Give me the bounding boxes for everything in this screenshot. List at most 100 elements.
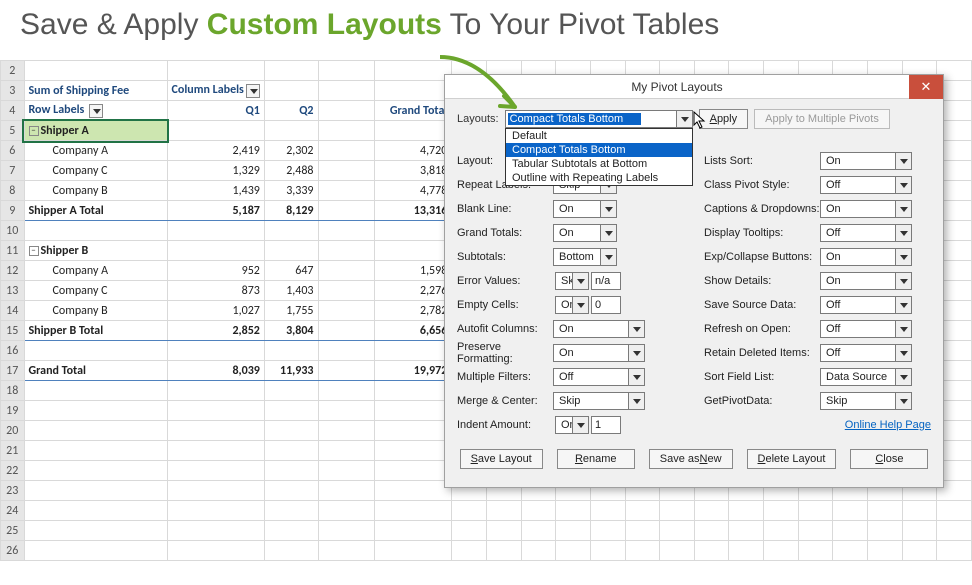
collapse-icon[interactable]: − xyxy=(29,126,39,136)
option-combo[interactable]: Bottom xyxy=(553,248,617,266)
option-combo[interactable]: Off xyxy=(820,296,912,314)
close-button[interactable]: ✕ xyxy=(909,75,943,99)
cell[interactable]: 952 xyxy=(167,261,264,281)
cell[interactable] xyxy=(167,341,264,361)
collapse-icon[interactable]: − xyxy=(29,246,39,256)
cell[interactable] xyxy=(374,121,452,141)
cell[interactable]: Company A xyxy=(24,261,167,281)
cell[interactable]: Row Labels xyxy=(24,101,167,121)
cell[interactable]: 2,276 xyxy=(374,281,452,301)
cell[interactable] xyxy=(264,221,318,241)
cell[interactable]: Company B xyxy=(24,301,167,321)
cell[interactable]: 2,782 xyxy=(374,301,452,321)
cell[interactable] xyxy=(167,121,264,141)
cell[interactable]: Sum of Shipping Fee xyxy=(24,81,167,101)
option-combo[interactable]: On xyxy=(820,248,912,266)
cell[interactable]: Company A xyxy=(24,141,167,161)
cell[interactable]: 2,419 xyxy=(167,141,264,161)
cell[interactable]: Column Labels xyxy=(167,81,264,101)
option-combo[interactable]: Off xyxy=(820,176,912,194)
cell[interactable] xyxy=(374,241,452,261)
cell[interactable]: 8,129 xyxy=(264,201,318,221)
cell[interactable]: 647 xyxy=(264,261,318,281)
cell[interactable]: 13,316 xyxy=(374,201,452,221)
cell[interactable] xyxy=(318,361,374,381)
cell[interactable] xyxy=(374,221,452,241)
cell[interactable]: 6,656 xyxy=(374,321,452,341)
cell[interactable]: 1,329 xyxy=(167,161,264,181)
filter-icon[interactable] xyxy=(89,104,103,118)
cell[interactable]: 3,818 xyxy=(374,161,452,181)
cell[interactable]: 1,027 xyxy=(167,301,264,321)
cell[interactable]: Shipper A Total xyxy=(24,201,167,221)
option-combo[interactable]: On xyxy=(820,200,912,218)
cell[interactable] xyxy=(318,161,374,181)
cell[interactable]: Company C xyxy=(24,281,167,301)
cell[interactable]: 2,302 xyxy=(264,141,318,161)
cell[interactable] xyxy=(318,121,374,141)
cell[interactable]: 19,972 xyxy=(374,361,452,381)
cell[interactable]: 1,403 xyxy=(264,281,318,301)
cell[interactable] xyxy=(318,101,374,121)
option-combo[interactable]: On xyxy=(555,416,589,434)
cell[interactable]: 1,439 xyxy=(167,181,264,201)
cell[interactable] xyxy=(318,141,374,161)
cell[interactable] xyxy=(264,341,318,361)
option-combo[interactable]: On xyxy=(555,296,589,314)
option-combo[interactable]: On xyxy=(820,152,912,170)
cell[interactable] xyxy=(318,241,374,261)
option-combo[interactable]: On xyxy=(553,344,645,362)
cell[interactable]: Shipper B Total xyxy=(24,321,167,341)
cell[interactable] xyxy=(264,121,318,141)
option-combo[interactable]: On xyxy=(820,272,912,290)
cell[interactable] xyxy=(167,241,264,261)
cell[interactable] xyxy=(24,341,167,361)
cell[interactable] xyxy=(318,281,374,301)
dialog-button[interactable]: Close xyxy=(850,449,928,469)
cell[interactable]: 1,755 xyxy=(264,301,318,321)
cell[interactable]: −Shipper A xyxy=(24,121,167,141)
option-combo[interactable]: On xyxy=(553,224,617,242)
cell[interactable] xyxy=(318,301,374,321)
cell[interactable] xyxy=(318,341,374,361)
cell[interactable]: 2,852 xyxy=(167,321,264,341)
cell[interactable]: Q2 xyxy=(264,101,318,121)
cell[interactable]: 8,039 xyxy=(167,361,264,381)
cell[interactable]: 4,720 xyxy=(374,141,452,161)
option-combo[interactable]: On xyxy=(553,320,645,338)
cell[interactable] xyxy=(318,261,374,281)
layouts-dropdown-list[interactable]: DefaultCompact Totals BottomTabular Subt… xyxy=(505,128,693,186)
option-combo[interactable]: Off xyxy=(820,344,912,362)
dialog-button[interactable]: Save Layout xyxy=(460,449,543,469)
dialog-button[interactable]: Save as New xyxy=(649,449,733,469)
cell[interactable]: 2,488 xyxy=(264,161,318,181)
cell[interactable]: −Shipper B xyxy=(24,241,167,261)
option-combo[interactable]: Off xyxy=(553,368,645,386)
cell[interactable]: Company B xyxy=(24,181,167,201)
cell[interactable] xyxy=(318,181,374,201)
cell[interactable] xyxy=(264,81,318,101)
cell[interactable]: 3,339 xyxy=(264,181,318,201)
cell[interactable]: 11,933 xyxy=(264,361,318,381)
option-text[interactable]: 1 xyxy=(591,416,621,434)
dialog-button[interactable]: Delete Layout xyxy=(747,449,837,469)
cell[interactable] xyxy=(374,81,452,101)
option-combo[interactable]: Off xyxy=(820,224,912,242)
dropdown-option[interactable]: Tabular Subtotals at Bottom xyxy=(506,157,692,171)
dropdown-option[interactable]: Outline with Repeating Labels xyxy=(506,171,692,185)
option-combo[interactable]: Skip xyxy=(820,392,912,410)
help-link[interactable]: Online Help Page xyxy=(845,419,931,431)
cell[interactable]: 4,778 xyxy=(374,181,452,201)
dialog-button[interactable]: Rename xyxy=(557,449,635,469)
filter-icon[interactable] xyxy=(246,84,260,98)
option-combo[interactable]: Skip xyxy=(555,272,589,290)
layouts-combo[interactable]: Compact Totals Bottom xyxy=(505,110,693,128)
cell[interactable] xyxy=(167,221,264,241)
cell[interactable] xyxy=(24,221,167,241)
cell[interactable]: Grand Total xyxy=(374,101,452,121)
cell[interactable]: Grand Total xyxy=(24,361,167,381)
option-combo[interactable]: Data Source xyxy=(820,368,912,386)
cell[interactable]: Q1 xyxy=(167,101,264,121)
cell[interactable] xyxy=(318,221,374,241)
dropdown-option[interactable]: Compact Totals Bottom xyxy=(506,143,692,157)
